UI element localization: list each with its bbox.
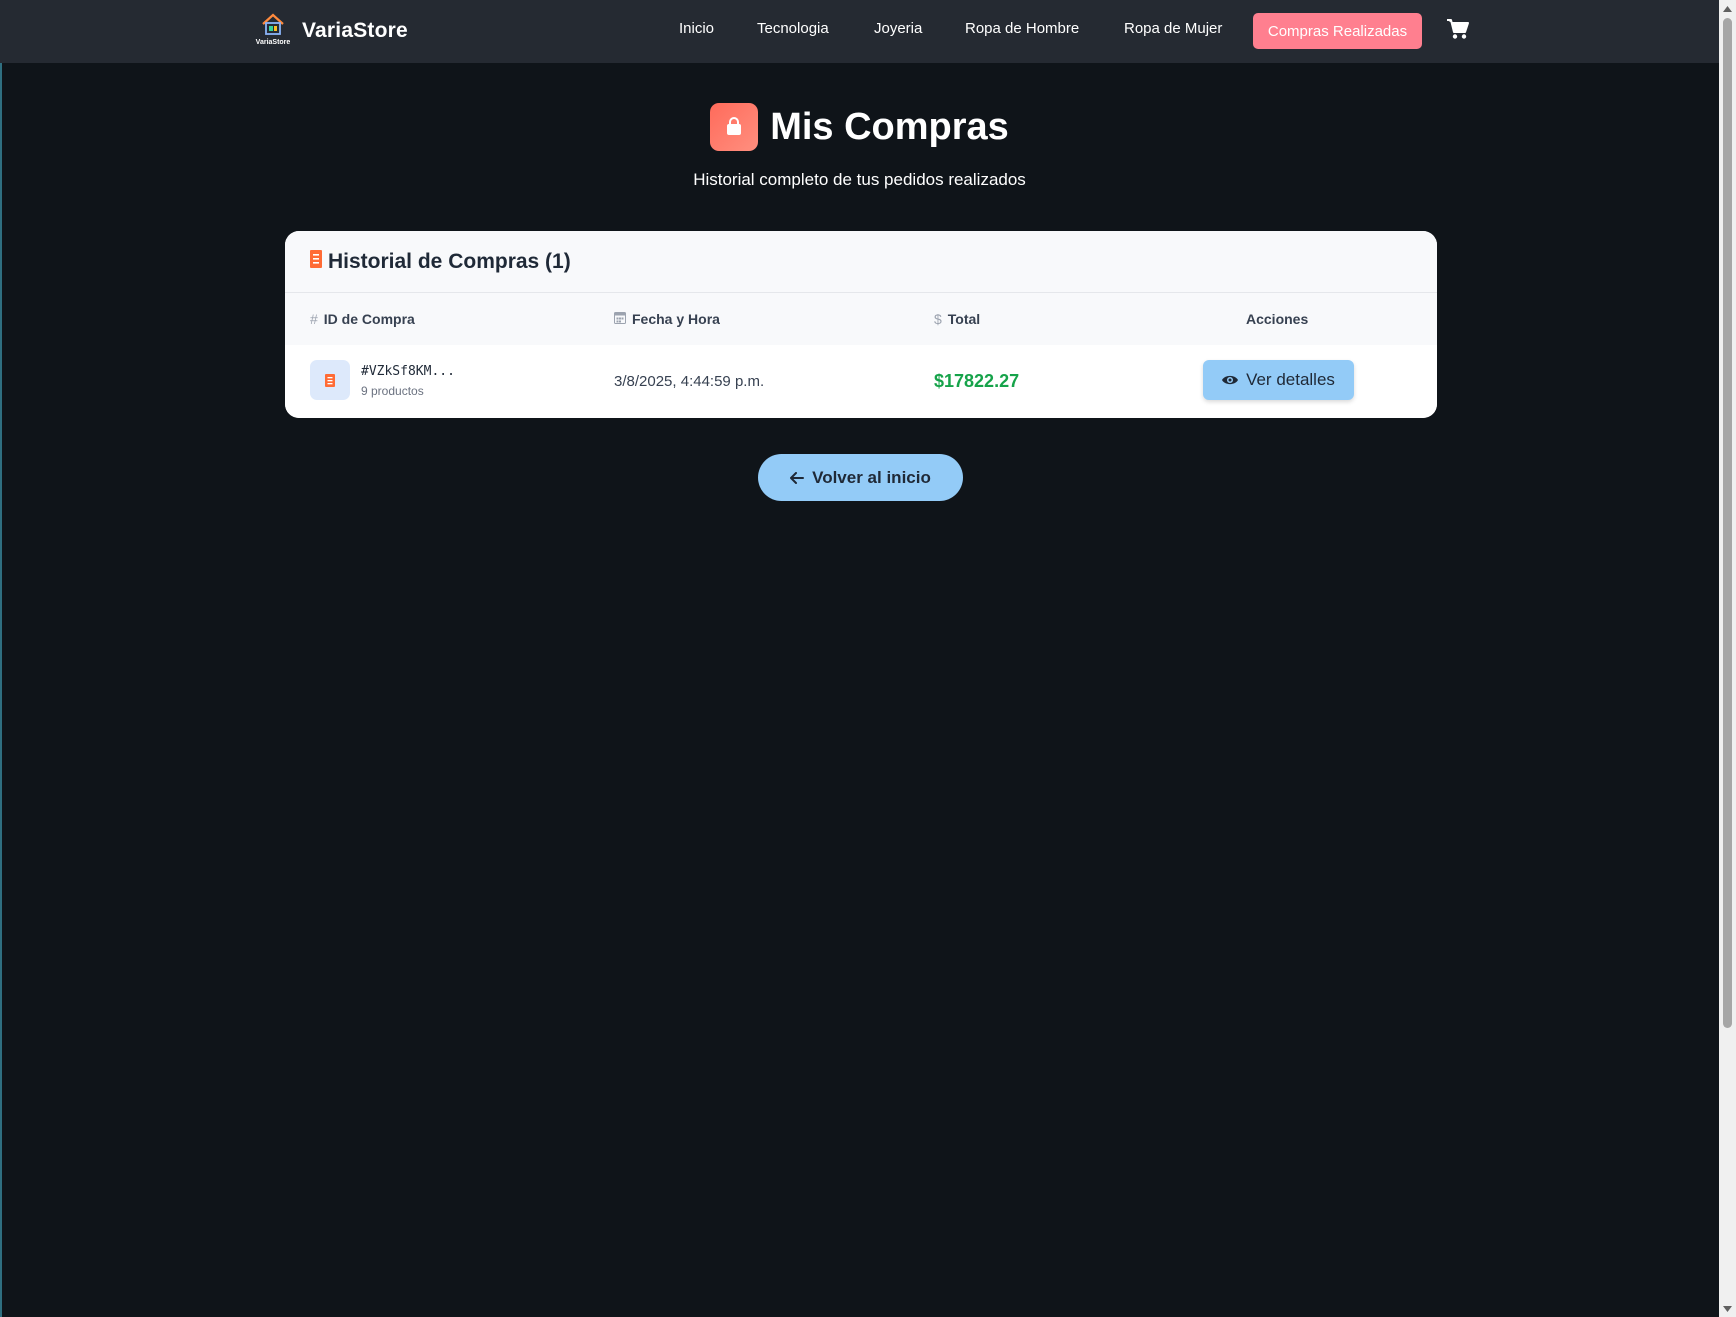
product-count: 9 productos — [361, 384, 424, 398]
column-actions: Acciones — [1246, 311, 1308, 327]
nav-compras-realizadas[interactable]: Compras Realizadas — [1253, 13, 1422, 49]
page-left-edge — [0, 0, 2, 1317]
receipt-icon — [310, 360, 350, 400]
column-date: Fecha y Hora — [614, 311, 720, 327]
house-logo-icon — [262, 13, 284, 35]
back-home-label: Volver al inicio — [812, 467, 931, 487]
store-logo: VariaStore — [252, 13, 294, 49]
back-home-button[interactable]: Volver al inicio — [758, 454, 963, 501]
table-header: # ID de Compra Fecha y Hora $ Total Acci… — [285, 293, 1437, 345]
column-date-label: Fecha y Hora — [632, 311, 720, 327]
column-total-label: Total — [947, 311, 981, 327]
page-subtitle: Historial completo de tus pedidos realiz… — [693, 170, 1026, 189]
calendar-icon — [614, 311, 626, 327]
column-actions-label: Acciones — [1246, 311, 1309, 327]
nav-ropa-hombre[interactable]: Ropa de Hombre — [965, 20, 1079, 37]
table-row: #VZkSf8KM... 9 productos 3/8/2025, 4:44:… — [285, 345, 1437, 418]
page-header: Mis Compras Historial completo de tus pe… — [0, 103, 1719, 190]
shopping-bag-icon — [710, 103, 759, 151]
purchase-id: #VZkSf8KM... — [361, 364, 455, 379]
receipt-icon — [310, 250, 322, 273]
scrollbar-thumb[interactable] — [1723, 18, 1732, 1028]
card-title: Historial de Compras (1) — [328, 249, 571, 273]
nav-ropa-mujer[interactable]: Ropa de Mujer — [1124, 20, 1222, 37]
card-header: Historial de Compras (1) — [285, 231, 1437, 293]
brand-name: VariaStore — [302, 19, 408, 42]
view-details-button[interactable]: Ver detalles — [1203, 360, 1354, 400]
shopping-cart-icon[interactable] — [1446, 18, 1470, 42]
eye-icon — [1222, 375, 1239, 385]
scroll-up-arrow-icon[interactable] — [1719, 0, 1736, 17]
column-total: $ Total — [934, 311, 980, 327]
nav-tecnologia[interactable]: Tecnologia — [757, 20, 829, 37]
scroll-down-arrow-icon[interactable] — [1719, 1300, 1736, 1317]
hash-icon: # — [310, 311, 318, 327]
view-details-label: Ver detalles — [1246, 370, 1335, 389]
column-id-label: ID de Compra — [323, 311, 415, 327]
nav-joyeria[interactable]: Joyeria — [874, 20, 922, 37]
purchase-date: 3/8/2025, 4:44:59 p.m. — [614, 373, 765, 390]
column-id: # ID de Compra — [310, 311, 415, 327]
arrow-left-icon — [790, 471, 805, 484]
brand-link[interactable]: VariaStore VariaStore — [252, 13, 408, 49]
page-title: Mis Compras — [770, 105, 1009, 148]
top-navbar: VariaStore VariaStore Inicio Tecnologia … — [0, 0, 1719, 63]
dollar-icon: $ — [934, 311, 942, 327]
vertical-scrollbar[interactable] — [1719, 0, 1736, 1317]
nav-inicio[interactable]: Inicio — [679, 20, 714, 37]
purchase-total: $17822.27 — [934, 371, 1020, 391]
logo-caption: VariaStore — [255, 39, 291, 46]
purchase-history-card: Historial de Compras (1) # ID de Compra … — [285, 231, 1437, 418]
